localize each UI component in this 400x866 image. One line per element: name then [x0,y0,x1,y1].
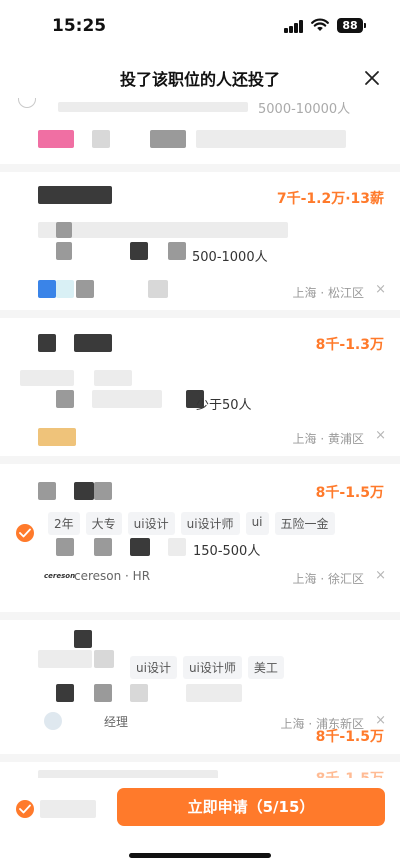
battery-tip [364,23,366,28]
blurred-text [92,390,162,408]
status-time: 15:25 [52,16,107,36]
job-tag: ui设计 [130,656,177,679]
job-tag: 五险一金 [274,512,335,535]
job-tag: 大专 [85,512,122,535]
divider [0,612,400,620]
wifi-icon [311,18,329,31]
job-title-blurred [38,650,92,668]
blurred-text [196,130,346,148]
blurred-text [92,130,110,148]
job-card[interactable]: 8千-1.5万 [0,762,400,778]
company-logo [56,280,74,298]
signal-icon [284,20,304,33]
blurred-text [56,684,74,702]
location: 上海 · 浦东新区 [280,717,364,731]
job-title-blurred [38,482,56,500]
job-title-blurred [38,186,112,204]
job-title-blurred [74,630,92,648]
job-card[interactable]: 8千-1.5万 ui设计 ui设计师 美工 经理 上海 · 浦东新区 × [0,620,400,778]
salary: 8千-1.5万 [316,768,384,778]
company-size: 少于50人 [196,398,252,413]
blurred-text [56,538,74,556]
job-tag: 美工 [247,656,284,679]
hr-name: 经理 [104,715,129,729]
blurred-text [56,390,74,408]
blurred-text [40,800,96,818]
dismiss-icon[interactable]: × [375,713,386,728]
blurred-text [150,130,186,148]
blurred-text [94,370,132,386]
job-tag: 2年 [48,512,80,535]
check-icon [19,804,31,814]
blurred-text [94,684,112,702]
page-title: 投了该职位的人还投了 [119,70,280,89]
company-logo: cereson [44,572,76,580]
company-size: 5000-10000人 [258,102,351,117]
job-tag: ui [245,512,269,535]
job-tags: ui设计 ui设计师 美工 [130,656,284,679]
company-logo [38,130,74,148]
blurred-text [168,242,186,260]
blurred-text [56,222,72,238]
salary: 8千-1.3万 [315,337,384,353]
status-bar: 15:25 88 [0,0,400,54]
company-logo [38,428,76,446]
company-logo [44,712,62,730]
job-tag: ui设计师 [182,656,242,679]
blurred-text [94,538,112,556]
job-tag: ui设计师 [180,512,240,535]
blurred-text [130,538,150,556]
blurred-text [20,370,74,386]
company-logo [38,280,56,298]
blurred-text [38,222,288,238]
divider [0,754,400,762]
salary: 7千-1.2万·13薪 [276,191,384,207]
blurred-text [130,684,148,702]
blurred-text [58,102,248,112]
blurred-text [56,242,72,260]
job-card[interactable]: 8千-1.3万 少于50人 上海 · 黄浦区 × [0,318,400,456]
job-title-blurred [74,482,94,500]
location: 上海 · 徐汇区 [292,572,364,586]
job-checkbox-checked[interactable] [16,524,34,542]
select-all-checkbox[interactable] [16,800,34,818]
divider [0,310,400,318]
blurred-text [130,242,148,260]
company-size: 500-1000人 [192,250,268,265]
hr-name: cereson · HR [74,569,151,583]
blurred-text [168,538,186,556]
salary: 8千-1.5万 [315,485,384,501]
blurred-text [76,280,94,298]
job-title-blurred [38,334,56,352]
dismiss-icon[interactable]: × [375,568,386,583]
job-card[interactable]: 8千-1.5万 2年 大专 ui设计 ui设计师 ui 五险一金 150-500… [0,464,400,612]
location: 上海 · 松江区 [292,286,364,300]
job-card[interactable]: 5000-10000人 [0,98,400,164]
modal-header: 投了该职位的人还投了 [0,54,400,98]
blurred-text [148,280,168,298]
job-tag: ui设计 [127,512,175,535]
job-title-blurred [38,770,218,778]
job-title-blurred [94,482,112,500]
check-icon [19,528,31,538]
job-checkbox[interactable] [18,98,36,108]
job-list[interactable]: 5000-10000人 7千-1.2万·13薪 500-1000人 上海 · 松… [0,98,400,778]
home-indicator [129,853,271,858]
battery-icon: 88 [337,18,363,33]
apply-button[interactable]: 立即申请（5/15） [117,788,385,826]
job-card[interactable]: 7千-1.2万·13薪 500-1000人 上海 · 松江区 × [0,172,400,310]
dismiss-icon[interactable]: × [375,428,386,443]
company-size: 150-500人 [193,544,261,559]
divider [0,164,400,172]
blurred-text [186,684,242,702]
job-tags: 2年 大专 ui设计 ui设计师 ui 五险一金 [48,512,335,535]
dismiss-icon[interactable]: × [375,282,386,297]
location: 上海 · 黄浦区 [292,432,364,446]
job-title-blurred [94,650,114,668]
close-icon[interactable] [360,66,384,90]
divider [0,456,400,464]
job-title-blurred [74,334,112,352]
